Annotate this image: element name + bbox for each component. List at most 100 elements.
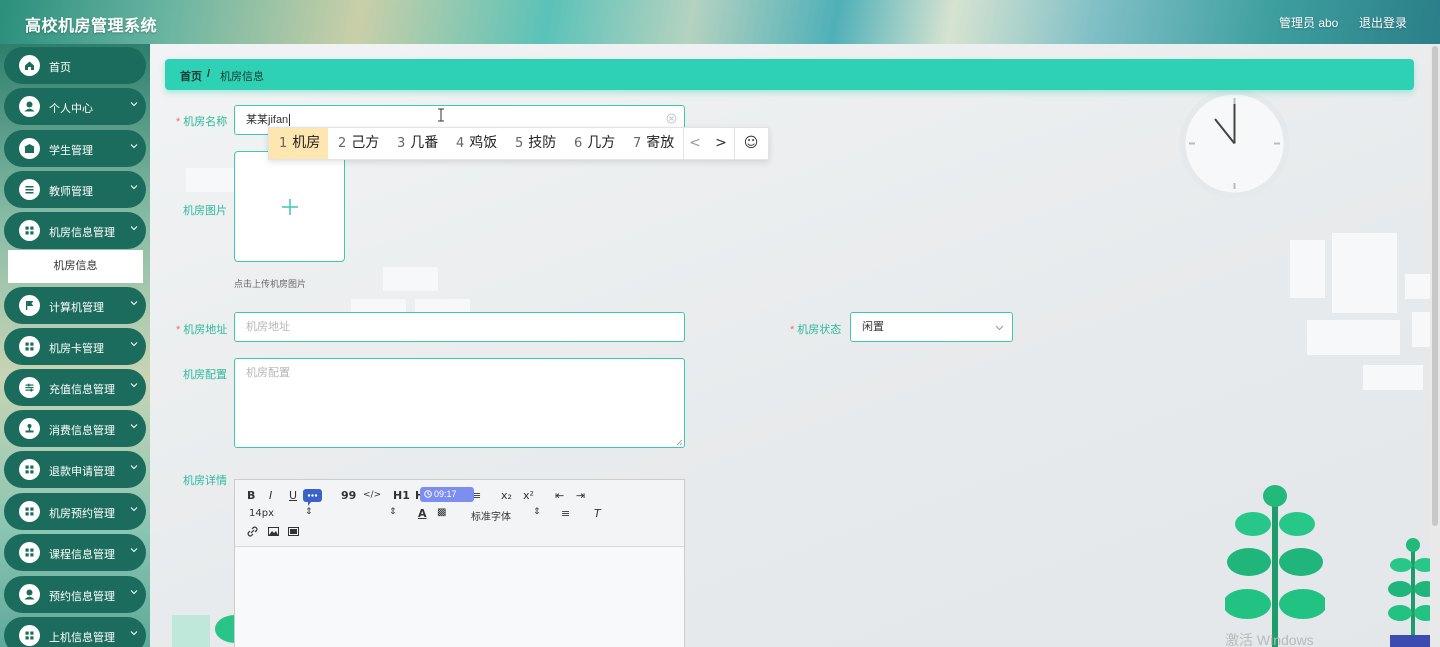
time-chip: 09:17 (420, 487, 474, 502)
ime-candidate-number: 1 (279, 136, 288, 151)
sidebar-item-label: 个人中心 (49, 103, 93, 115)
sidebar-item-label: 预约信息管理 (49, 591, 115, 603)
chevron-down-icon (130, 342, 138, 347)
room-name-label: * 机房名称 (176, 113, 227, 129)
font-family-select[interactable]: 标准字体 (471, 508, 511, 523)
scrollbar-thumb[interactable] (1432, 46, 1438, 526)
chevron-down-icon (995, 325, 1004, 331)
room-detail-label: 机房详情 (183, 475, 227, 487)
app-title: 高校机房管理系统 (25, 18, 158, 35)
image-upload-button[interactable] (234, 151, 345, 262)
ime-candidate-number: 7 (633, 136, 642, 151)
sidebar-item-student[interactable]: 学生管理 (4, 130, 146, 167)
subscript-button[interactable]: x₂ (501, 489, 512, 502)
ime-candidate[interactable]: 3 几番 (387, 128, 446, 159)
link-icon[interactable] (247, 526, 258, 537)
required-mark: * (176, 116, 181, 128)
indent-button[interactable]: ⇥ (576, 489, 585, 502)
flag-icon (19, 295, 40, 316)
breadcrumb-current: 机房信息 (220, 71, 264, 83)
sidebar-item-room-info[interactable]: 机房信息管理 (4, 212, 146, 249)
sidebar-item-usage-info[interactable]: 上机信息管理 (4, 617, 146, 647)
breadcrumb-home-link[interactable]: 首页 (180, 68, 202, 84)
current-user-label: 管理员 abo (1279, 16, 1339, 30)
ime-candidate[interactable]: 2 己方 (328, 128, 387, 159)
video-icon[interactable] (288, 526, 299, 537)
background-decoration (1363, 365, 1423, 390)
room-address-label-text: 机房地址 (183, 324, 228, 336)
sidebar-item-reservation-info[interactable]: 预约信息管理 (4, 576, 146, 613)
sidebar-item-label: 教师管理 (49, 186, 93, 198)
ime-candidate[interactable]: 5 技防 (505, 128, 564, 159)
ime-next-button[interactable]: > (709, 128, 733, 159)
sidebar-item-computer[interactable]: 计算机管理 (4, 287, 146, 324)
resize-handle-icon[interactable] (676, 439, 683, 446)
ime-candidate[interactable]: 6 几方 (564, 128, 623, 159)
font-size-chevron-icon: ⇕ (305, 507, 313, 517)
sidebar-item-label: 充值信息管理 (49, 384, 115, 396)
chevron-down-icon (130, 548, 138, 553)
submenu-item-room-info[interactable]: 机房信息 (8, 250, 143, 283)
sidebar-item-personal-center[interactable]: 个人中心 (4, 88, 146, 125)
bold-button[interactable]: B (247, 489, 255, 502)
ime-candidate-number: 3 (397, 136, 406, 151)
room-config-textarea[interactable]: 机房配置 (234, 358, 685, 448)
sidebar-item-recharge[interactable]: 充值信息管理 (4, 369, 146, 406)
image-icon[interactable] (268, 526, 279, 537)
main-scrollbar[interactable] (1430, 44, 1440, 647)
ime-divider (734, 128, 735, 159)
chevron-down-icon (130, 226, 138, 231)
user-icon (19, 584, 40, 605)
chevron-down-icon (130, 424, 138, 429)
background-color-button[interactable]: ▩ (437, 507, 446, 518)
clear-format-button[interactable]: T (594, 507, 601, 520)
room-address-input[interactable]: 机房地址 (234, 312, 685, 342)
outdent-button[interactable]: ⇤ (555, 489, 564, 502)
sidebar-item-consumption[interactable]: 消费信息管理 (4, 410, 146, 447)
room-name-label-text: 机房名称 (183, 116, 228, 128)
superscript-button[interactable]: x² (523, 489, 534, 502)
ime-emoji-button[interactable]: ☺ (739, 128, 763, 159)
upload-hint: 点击上传机房图片 (234, 279, 307, 289)
sidebar-item-room-card[interactable]: 机房卡管理 (4, 328, 146, 365)
sidebar-item-teacher[interactable]: 教师管理 (4, 171, 146, 208)
ime-candidate[interactable]: 1 机房 (269, 128, 328, 159)
sidebar-item-room-reservation[interactable]: 机房预约管理 (4, 493, 146, 530)
chevron-down-icon (130, 102, 138, 107)
list-icon (19, 179, 40, 200)
ime-candidate-text: 机房 (292, 135, 321, 151)
editor-content-area[interactable] (235, 547, 684, 647)
clock-icon (424, 490, 432, 498)
code-block-button[interactable]: </> (363, 490, 381, 500)
font-color-button[interactable]: A (418, 507, 427, 520)
background-decoration (1332, 233, 1397, 313)
italic-button[interactable]: I (269, 489, 272, 502)
ime-prev-button[interactable]: < (683, 128, 707, 159)
logout-link[interactable]: 退出登录 (1359, 14, 1407, 31)
font-size-select[interactable]: 14px (249, 508, 274, 519)
sidebar-item-label: 首页 (49, 62, 71, 74)
chevron-down-icon (130, 507, 138, 512)
grid-icon (19, 459, 40, 480)
sidebar-item-label: 机房卡管理 (49, 343, 104, 355)
header-select-chevron-icon[interactable]: ⇕ (389, 507, 397, 517)
align-button[interactable]: ≡ (561, 507, 570, 520)
ime-candidate-number: 6 (574, 136, 583, 151)
chevron-down-icon (130, 383, 138, 388)
heading1-button[interactable]: H1 (393, 489, 410, 502)
user-icon (19, 96, 40, 117)
room-name-value: 某某jifan (246, 114, 289, 126)
sidebar-item-home[interactable]: 首页 (4, 47, 146, 84)
ime-candidate[interactable]: 7 寄放 (623, 128, 683, 159)
stamp-icon (19, 418, 40, 439)
ime-candidate[interactable]: 4 鸡饭 (446, 128, 505, 159)
room-status-select[interactable]: 闲置 (850, 312, 1013, 342)
room-config-label: 机房配置 (183, 369, 227, 381)
blockquote-button[interactable]: 99 (341, 489, 356, 502)
required-mark: * (176, 324, 181, 336)
sidebar-item-course[interactable]: 课程信息管理 (4, 534, 146, 571)
rich-text-editor: B I U S 99 </> H1 H2 ≡ ≡ x₂ x² ⇤ ⇥ 14px … (234, 479, 685, 647)
underline-button[interactable]: U (289, 489, 297, 502)
sidebar-item-refund[interactable]: 退款申请管理 (4, 451, 146, 488)
clear-icon[interactable] (666, 113, 677, 124)
